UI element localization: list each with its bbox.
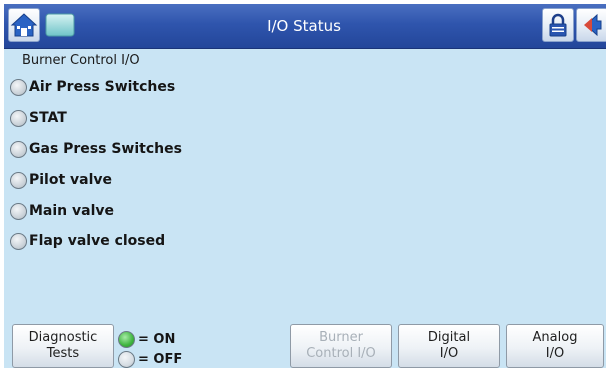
legend: = ON = OFF xyxy=(118,330,198,368)
legend-off: = OFF xyxy=(118,350,182,368)
monitor-icon xyxy=(45,13,75,37)
section-label: Burner Control I/O xyxy=(22,53,140,68)
home-button[interactable] xyxy=(8,8,40,42)
on-indicator-icon xyxy=(118,330,135,348)
hmi-screen: I/O Status Burner Control I/O Air Press … xyxy=(4,4,606,368)
io-row-flap-valve: Flap valve closed xyxy=(10,230,165,252)
status-led-icon xyxy=(10,232,27,250)
legend-off-label: = OFF xyxy=(138,351,183,367)
legend-on-label: = ON xyxy=(138,331,176,347)
io-label: Main valve xyxy=(29,203,115,219)
home-icon xyxy=(10,13,38,37)
analog-io-button[interactable]: Analog I/O xyxy=(506,324,604,368)
back-arrow-icon xyxy=(584,13,602,37)
io-row-air-press: Air Press Switches xyxy=(10,76,175,98)
io-label: Pilot valve xyxy=(29,172,113,188)
io-label: STAT xyxy=(29,110,67,126)
off-indicator-icon xyxy=(118,350,135,368)
legend-on: = ON xyxy=(118,330,175,348)
burner-control-io-button[interactable]: Burner Control I/O xyxy=(290,324,392,368)
status-led-icon xyxy=(10,171,27,189)
status-led-icon xyxy=(10,78,27,96)
io-label: Flap valve closed xyxy=(29,233,166,249)
title-bar: I/O Status xyxy=(4,4,606,49)
lock-button[interactable] xyxy=(542,8,574,42)
status-led-icon xyxy=(10,202,27,220)
screen-button[interactable] xyxy=(44,8,76,42)
io-label: Air Press Switches xyxy=(29,79,176,95)
status-led-icon xyxy=(10,140,27,158)
io-row-main-valve: Main valve xyxy=(10,200,114,222)
page-title: I/O Status xyxy=(267,17,341,35)
io-row-gas-press: Gas Press Switches xyxy=(10,138,182,160)
lock-icon xyxy=(549,13,567,37)
io-label: Gas Press Switches xyxy=(29,141,182,157)
diagnostic-tests-button[interactable]: Diagnostic Tests xyxy=(12,324,114,368)
status-led-icon xyxy=(10,109,27,127)
back-button[interactable] xyxy=(576,8,606,42)
digital-io-button[interactable]: Digital I/O xyxy=(398,324,500,368)
io-row-stat: STAT xyxy=(10,107,67,129)
io-row-pilot-valve: Pilot valve xyxy=(10,169,112,191)
